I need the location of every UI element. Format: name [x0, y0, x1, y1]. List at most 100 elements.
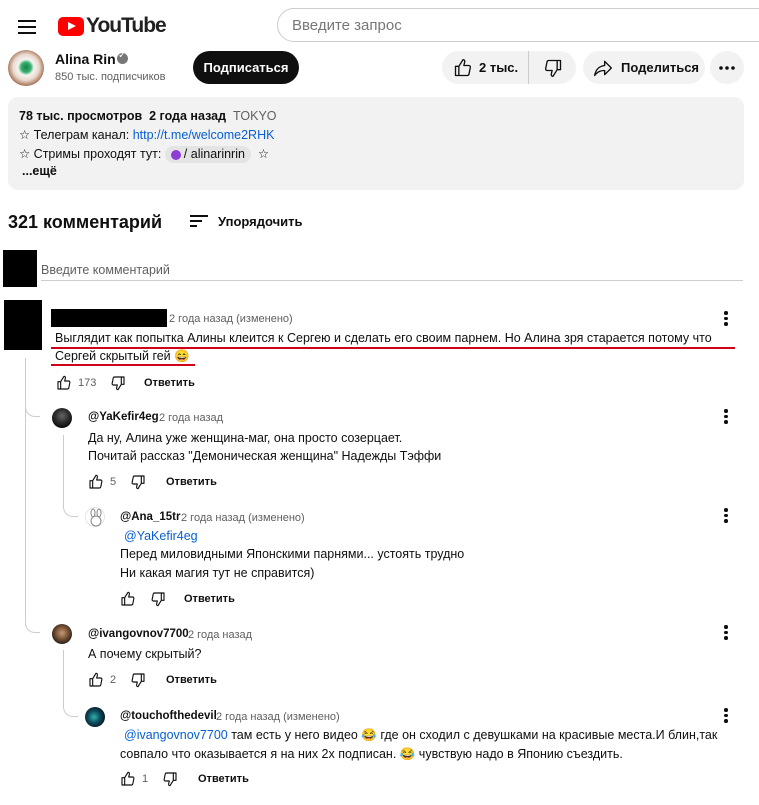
thumbs-up-icon[interactable]: [120, 771, 136, 787]
thumbs-up-icon: [453, 58, 473, 78]
thumbs-down-icon[interactable]: [162, 771, 178, 787]
thread-line: [25, 358, 27, 626]
description-line-telegram: ☆ Телеграм канал: http://t.me/welcome2RH…: [19, 127, 274, 142]
kebab-icon[interactable]: [723, 309, 729, 329]
thumbs-up-icon[interactable]: [88, 672, 104, 688]
channel-avatar[interactable]: [8, 50, 44, 86]
like-count: 5: [110, 476, 117, 488]
comment-meta: 2 года назад (изменено): [216, 711, 340, 723]
channel-name[interactable]: Alina Rin: [55, 51, 116, 67]
more-icon: [718, 65, 736, 71]
reply-button[interactable]: Ответить: [166, 476, 217, 488]
thumbs-down-icon[interactable]: [150, 591, 166, 607]
verified-icon: [117, 50, 128, 64]
twitch-icon: [170, 149, 181, 160]
streams-suffix: ☆: [257, 147, 270, 161]
thread-connector: [63, 702, 78, 717]
location-tag[interactable]: TOKYO: [233, 109, 277, 123]
thumbs-down-icon[interactable]: [130, 474, 146, 490]
comment-meta: 2 года назад: [159, 412, 224, 424]
twitch-handle: / alinarinrin: [183, 147, 245, 162]
like-count: 2: [110, 674, 117, 686]
description-line-streams: ☆ Стримы проходят тут: / alinarinrin ☆: [19, 146, 270, 164]
avatar[interactable]: [85, 707, 105, 727]
redacted-commenter-name: [51, 309, 167, 327]
upload-date: 2 года назад: [149, 109, 227, 123]
comment-actions: 1 Ответить: [120, 771, 249, 787]
thread-line: [63, 435, 65, 507]
reply-button[interactable]: Ответить: [144, 377, 195, 389]
logo-text: YouTube: [86, 14, 167, 37]
sort-button[interactable]: Упорядочить: [189, 213, 303, 229]
comment-author[interactable]: @Ana_15tr: [120, 511, 180, 523]
thumbs-down-icon[interactable]: [110, 375, 126, 391]
comment-actions: 5 Ответить: [88, 474, 217, 490]
kebab-icon[interactable]: [723, 407, 729, 427]
youtube-logo[interactable]: YouTube: [58, 13, 167, 39]
comment-meta: 2 года назад: [188, 629, 253, 641]
thread-connector: [25, 618, 40, 633]
thumbs-down-icon[interactable]: [130, 672, 146, 688]
comment-text-line: совпало что оказывается я на них 2х подп…: [120, 747, 623, 761]
description-stats: 78 тыс. просмотров 2 года назад TOKYO: [19, 109, 277, 123]
add-comment-input[interactable]: [41, 260, 743, 281]
telegram-link[interactable]: http://t.me/welcome2RHK: [133, 128, 275, 142]
video-description[interactable]: 78 тыс. просмотров 2 года назад TOKYO ☆ …: [8, 97, 744, 190]
avatar[interactable]: [85, 507, 105, 527]
comment-author[interactable]: @YaKefir4eg: [88, 411, 159, 423]
telegram-label: ☆ Телеграм канал:: [19, 128, 133, 142]
comment-author[interactable]: @ivangovnov7700: [88, 628, 189, 640]
comment-author[interactable]: @touchofthedevil: [120, 710, 217, 722]
like-count: 2 тыс.: [479, 60, 519, 75]
view-count: 78 тыс. просмотров: [19, 109, 143, 123]
reply-button[interactable]: Ответить: [166, 674, 217, 686]
comment-text-line: А почему скрытый?: [88, 647, 202, 661]
reply-button[interactable]: Ответить: [198, 773, 249, 785]
avatar[interactable]: [52, 408, 72, 428]
redacted-user-avatar: [3, 250, 37, 287]
sort-icon: [189, 213, 209, 229]
comment-actions: Ответить: [120, 591, 235, 607]
kebab-icon[interactable]: [723, 623, 729, 643]
thumbs-up-icon[interactable]: [120, 591, 136, 607]
youtube-logo-icon: [58, 16, 84, 36]
kebab-icon[interactable]: [723, 706, 729, 726]
dislike-button[interactable]: [529, 51, 576, 84]
comment-text-line: Сергей скрытый гей 😄: [55, 349, 190, 363]
show-more-link[interactable]: ...ещё: [22, 164, 57, 178]
share-icon: [593, 58, 613, 78]
comment-meta: 2 года назад (изменено): [181, 512, 305, 524]
thumbs-up-icon[interactable]: [56, 375, 72, 391]
comment-text-line: Перед миловидными Японскими парнями... у…: [120, 547, 465, 561]
thumbs-down-icon: [543, 58, 563, 78]
avatar[interactable]: [52, 624, 72, 644]
mention-link[interactable]: @ivangovnov7700: [124, 728, 228, 742]
thread-line: [63, 650, 65, 707]
like-dislike-group: 2 тыс.: [442, 51, 576, 84]
search-input[interactable]: [277, 8, 759, 42]
kebab-icon[interactable]: [723, 506, 729, 526]
bunny-icon: [90, 508, 102, 527]
share-label: Поделиться: [621, 60, 700, 75]
comment-text-line: Да ну, Алина уже женщина-маг, она просто…: [88, 431, 403, 445]
comment-actions: 173 Ответить: [56, 375, 195, 391]
menu-icon[interactable]: [14, 14, 40, 40]
share-button[interactable]: Поделиться: [583, 51, 705, 84]
twitch-chip[interactable]: / alinarinrin: [164, 146, 251, 164]
comment-text-line: Ни какая магия тут не справится): [120, 566, 315, 580]
comment-text-line: Выглядит как попытка Алины клеится к Сер…: [55, 331, 712, 345]
streams-label: ☆ Стримы проходят тут:: [19, 147, 165, 161]
comments-count: 321 комментарий: [8, 212, 163, 232]
comment-actions: 2 Ответить: [88, 672, 217, 688]
comment-text-rest: там есть у него видео 😂 где он сходил с …: [227, 728, 718, 742]
mention-link[interactable]: @YaKefir4eg: [124, 529, 198, 543]
subscribe-button[interactable]: Подписаться: [193, 51, 299, 84]
more-actions-button[interactable]: [710, 51, 744, 84]
like-button[interactable]: 2 тыс.: [442, 51, 530, 84]
thread-connector: [25, 402, 40, 417]
comment-meta: 2 года назад (изменено): [169, 313, 293, 325]
reply-button[interactable]: Ответить: [184, 593, 235, 605]
comment-text-line: @ivangovnov7700 там есть у него видео 😂 …: [124, 728, 717, 743]
thumbs-up-icon[interactable]: [88, 474, 104, 490]
like-count: 173: [78, 377, 97, 389]
